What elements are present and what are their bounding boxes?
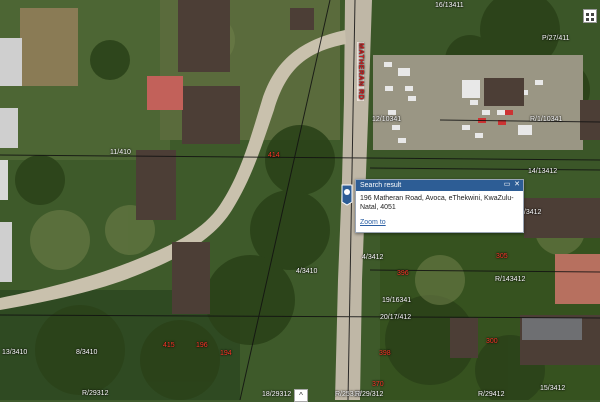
parcel-label: 15/3412 <box>540 385 566 392</box>
parcel-label: R/29312 <box>82 390 109 397</box>
popup-header: Search result ▭ ✕ <box>356 180 523 191</box>
search-result-popup: Search result ▭ ✕ 196 Matheran Road, Avo… <box>355 179 524 233</box>
address-number: 370 <box>372 381 384 388</box>
address-number: 196 <box>196 342 208 349</box>
minimize-icon[interactable]: ▭ <box>503 181 511 189</box>
parcel-label: 16/13411 <box>435 2 464 9</box>
location-marker-icon[interactable] <box>341 184 353 206</box>
close-icon[interactable]: ✕ <box>513 181 521 189</box>
popup-title: Search result <box>360 182 402 189</box>
address-number: 194 <box>220 350 232 357</box>
address-number: 305 <box>496 253 508 260</box>
address-number: 396 <box>397 270 409 277</box>
parcel-label: R/29412 <box>478 391 505 398</box>
parcel-label: 19/16341 <box>382 297 412 304</box>
parcel-label: P/27/411 <box>542 35 570 42</box>
address-number: 398 <box>379 350 391 357</box>
parcel-label: 4/3410 <box>296 268 318 275</box>
address-number: 300 <box>486 338 498 345</box>
address-number: 414 <box>268 152 280 159</box>
address-number: 415 <box>163 342 175 349</box>
parcel-label: R/143412 <box>495 276 526 283</box>
parcel-label: 18/29312 <box>262 391 292 398</box>
parcel-label: R/1/10341 <box>530 116 563 123</box>
zoom-to-link[interactable]: Zoom to <box>360 218 519 227</box>
parcel-label: 12/10341 <box>372 116 402 123</box>
parcel-label: 14/13412 <box>528 168 558 175</box>
address-text: 196 Matheran Road, Avoca, eThekwini, Kwa… <box>360 195 514 211</box>
road-name-label: MATHERAN RD <box>357 42 364 102</box>
parcel-label: R/29/312 <box>355 391 384 398</box>
parcel-label: 11/410 <box>110 149 131 156</box>
parcel-label: 8/3410 <box>76 349 98 356</box>
parcel-label: 20/17/412 <box>380 314 412 321</box>
grid-icon[interactable] <box>583 9 597 23</box>
parcel-label: 4/3412 <box>362 254 384 261</box>
parcel-label: 13/3410 <box>2 349 28 356</box>
chevron-up-icon[interactable]: ^ <box>294 389 308 402</box>
